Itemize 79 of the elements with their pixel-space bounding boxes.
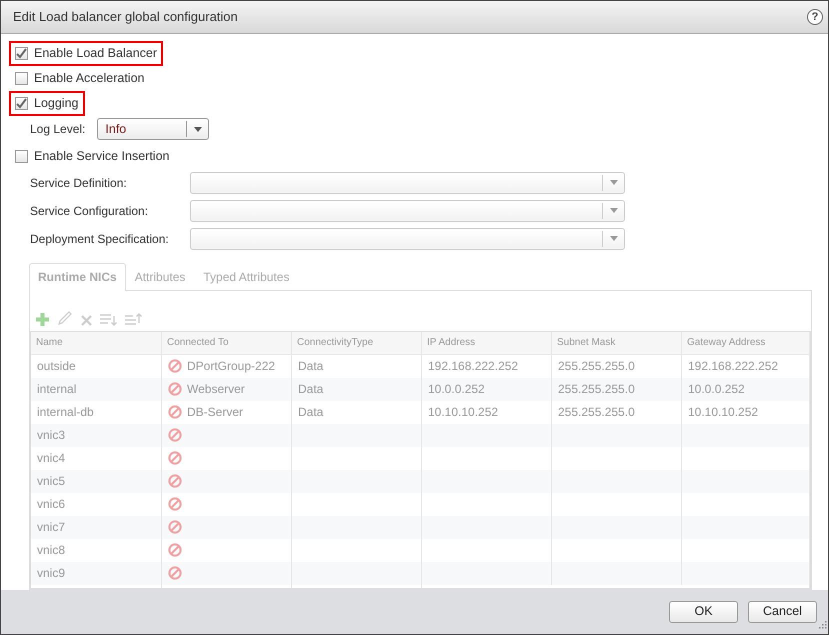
table-cell-text: Data: [298, 358, 324, 376]
table-cell-text: vnic3: [37, 427, 66, 444]
checkbox-row[interactable]: Logging: [15, 94, 78, 112]
field-label: Service Configuration:: [30, 202, 150, 220]
disconnected-icon: [168, 474, 182, 488]
caret-icon: [610, 208, 618, 214]
tab[interactable]: Typed Attributes: [194, 262, 298, 290]
disconnected-icon: [168, 359, 182, 374]
resize-grip-icon[interactable]: [818, 620, 827, 630]
table-cell-text: vnic4: [37, 450, 66, 468]
table-cell-text: 10.10.10.252: [688, 404, 758, 422]
checkbox-row[interactable]: Enable Load Balancer: [15, 44, 158, 62]
field-label: Deployment Specification:: [30, 230, 170, 248]
table-cell-text: vnic7: [37, 519, 66, 536]
caret-icon: [610, 180, 618, 186]
dialog-button[interactable]: Cancel: [748, 600, 817, 623]
table-row[interactable]: vnic3: [31, 424, 810, 447]
table-cell-text: 10.0.0.252: [688, 381, 745, 398]
checkbox-row[interactable]: Enable Acceleration: [15, 68, 144, 88]
field-label: Log Level:: [30, 121, 86, 138]
table-row[interactable]: vnic5: [31, 470, 810, 493]
checkbox-row[interactable]: Enable Service Insertion: [15, 146, 170, 166]
disconnected-icon: [168, 451, 182, 466]
delete-icon[interactable]: [81, 314, 92, 326]
disconnected-icon: [168, 520, 182, 534]
table-cell-text: internal-db: [37, 404, 94, 422]
window-title: Edit Load balancer global configuration: [13, 8, 238, 26]
table-cell-text: DB-Server: [187, 404, 244, 422]
checkbox[interactable]: [15, 96, 28, 110]
dropdown-field[interactable]: [190, 200, 625, 222]
disconnected-icon: [168, 543, 182, 558]
help-button[interactable]: ?: [807, 8, 823, 25]
column-header: IP Address: [422, 332, 552, 354]
table-cell-text: DPortGroup-222: [187, 358, 276, 376]
dropdown-field[interactable]: [190, 228, 625, 250]
disconnected-icon: [168, 428, 182, 442]
add-icon[interactable]: [36, 312, 49, 326]
dialog-button[interactable]: OK: [669, 600, 738, 623]
disconnected-icon: [168, 497, 182, 512]
disconnected-icon: [168, 405, 182, 420]
disconnected-icon: [168, 566, 182, 580]
table-cell-text: 255.255.255.0: [558, 381, 635, 398]
column-header: Connected To: [162, 332, 292, 354]
table-cell-text: 10.10.10.252: [428, 404, 498, 422]
disconnected-icon: [168, 382, 182, 396]
table-cell-text: internal: [37, 381, 76, 398]
tab[interactable]: Attributes: [126, 262, 194, 290]
dropdown-field[interactable]: [190, 172, 625, 194]
table-cell-text: Data: [298, 404, 324, 422]
table-cell-text: outside: [37, 358, 76, 376]
checkbox[interactable]: [15, 46, 28, 60]
column-header: Name: [31, 332, 162, 354]
table-cell-text: vnic5: [37, 473, 66, 490]
column-header: Gateway Address: [682, 332, 810, 354]
table-cell-text: vnic9: [37, 565, 66, 582]
table-row[interactable]: vnic7: [31, 516, 810, 539]
table-cell-text: 255.255.255.0: [558, 404, 635, 422]
table-cell-text: 192.168.222.252: [428, 358, 518, 376]
table-cell-text: 10.0.0.252: [428, 381, 485, 398]
table-cell-text: 192.168.222.252: [688, 358, 778, 376]
move-up-icon[interactable]: [125, 312, 142, 326]
caret-icon: [194, 126, 202, 132]
caret-icon: [610, 236, 618, 242]
table-cell-text: Data: [298, 381, 324, 398]
table-cell-text: vnic8: [37, 542, 66, 560]
edit-icon[interactable]: [57, 310, 73, 326]
checkbox[interactable]: [15, 72, 28, 85]
table-cell-text: vnic6: [37, 496, 66, 514]
field-label: Service Definition:: [30, 174, 128, 192]
table-row[interactable]: vnic9: [31, 562, 810, 585]
move-down-icon[interactable]: [100, 312, 117, 326]
checkbox[interactable]: [15, 150, 28, 163]
table-cell-text: Webserver: [187, 381, 245, 398]
tab[interactable]: Runtime NICs: [29, 262, 126, 291]
log-level-dropdown[interactable]: Info: [97, 118, 210, 140]
column-header: ConnectivityType: [292, 332, 422, 354]
column-header: Subnet Mask: [552, 332, 682, 354]
table-row[interactable]: internal Webserver Data 10.0.0.252 255.255.255.0 10.0.0.252: [31, 378, 810, 401]
table-cell-text: 255.255.255.0: [558, 358, 635, 376]
